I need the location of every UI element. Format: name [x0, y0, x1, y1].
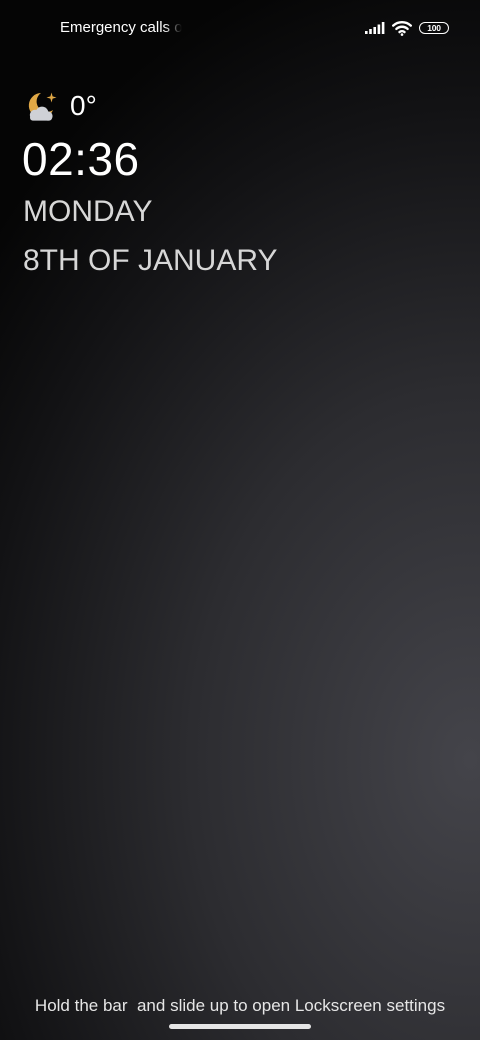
cellular-signal-icon: [365, 22, 385, 34]
wifi-icon: [392, 20, 412, 36]
moon-cloud-icon: [24, 89, 60, 123]
home-indicator-bar[interactable]: [169, 1024, 311, 1029]
battery-level: 100: [427, 22, 441, 33]
temperature: 0°: [70, 90, 97, 121]
lockscreen-settings-hint: Hold the bar and slide up to open Locksc…: [34, 996, 446, 1015]
carrier-status-text: Emergency calls only: [60, 19, 182, 36]
status-bar: Emergency calls only 100: [0, 0, 480, 56]
battery-icon: 100: [419, 22, 449, 34]
date-label: 8TH OF JANUARY: [23, 244, 278, 277]
weekday-label: MONDAY: [23, 195, 153, 228]
weather-widget[interactable]: 0°: [24, 88, 97, 124]
status-icons: 100: [365, 18, 449, 38]
lockscreen-clock: 02:36: [22, 133, 140, 185]
